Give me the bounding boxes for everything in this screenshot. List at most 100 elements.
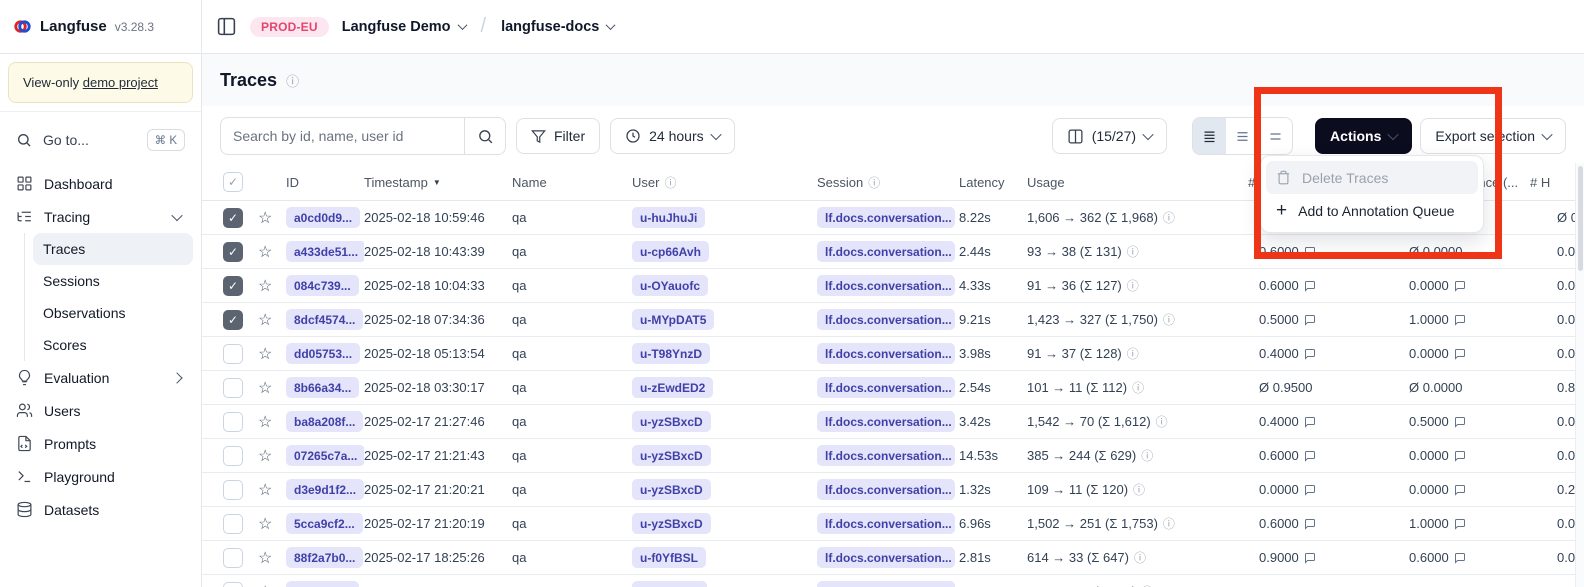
user-badge[interactable]: u-OYauofc xyxy=(632,275,708,296)
user-badge[interactable]: u-zEwdED2 xyxy=(632,377,713,398)
menu-item-add-to-annotation-queue[interactable]: + Add to Annotation Queue xyxy=(1266,194,1478,227)
row-checkbox[interactable]: ✓ xyxy=(223,446,243,466)
trace-id-badge[interactable]: dd05753... xyxy=(286,343,360,364)
table-row[interactable]: ✓ ☆ a433de51... 2025-02-18 10:43:39 qa u… xyxy=(202,235,1584,269)
timerange-button[interactable]: 24 hours xyxy=(610,118,734,154)
session-badge[interactable]: lf.docs.conversation... xyxy=(817,581,955,587)
sidebar-item-playground[interactable]: Playground xyxy=(8,460,193,493)
sidebar-item-scores[interactable]: Scores xyxy=(33,329,193,361)
sidebar-toggle-icon[interactable] xyxy=(216,16,237,37)
user-badge[interactable]: u-cp66Avh xyxy=(632,241,709,262)
user-badge[interactable]: u-T98YnzD xyxy=(632,343,710,364)
star-icon[interactable]: ☆ xyxy=(256,412,272,432)
search-submit-button[interactable] xyxy=(464,118,505,154)
table-row[interactable]: ✓ ☆ 07265c7a... 2025-02-17 21:21:43 qa u… xyxy=(202,439,1584,473)
row-checkbox[interactable]: ✓ xyxy=(223,208,243,228)
session-badge[interactable]: lf.docs.conversation... xyxy=(817,377,955,398)
trace-id-badge[interactable]: b669529... xyxy=(286,581,359,587)
table-row[interactable]: ✓ ☆ 084c739... 2025-02-18 10:04:33 qa u-… xyxy=(202,269,1584,303)
trace-id-badge[interactable]: 084c739... xyxy=(286,275,359,296)
user-badge[interactable]: u-yzSBxcD xyxy=(632,513,711,534)
trace-id-badge[interactable]: d3e9d1f2... xyxy=(286,479,364,500)
row-checkbox[interactable]: ✓ xyxy=(223,480,243,500)
table-row[interactable]: ✓ ☆ b669529... 2025-02-17 16:58:45 qa u-… xyxy=(202,575,1584,587)
star-icon[interactable]: ☆ xyxy=(256,310,272,330)
trace-id-badge[interactable]: 8dcf4574... xyxy=(286,309,363,330)
session-badge[interactable]: lf.docs.conversation... xyxy=(817,411,955,432)
session-badge[interactable]: lf.docs.conversation... xyxy=(817,479,955,500)
session-badge[interactable]: lf.docs.conversation... xyxy=(817,513,955,534)
user-badge[interactable]: u-huJhuJi xyxy=(632,207,705,228)
session-badge[interactable]: lf.docs.conversation... xyxy=(817,445,955,466)
sidebar-item-observations[interactable]: Observations xyxy=(33,297,193,329)
sidebar-item-tracing[interactable]: Tracing xyxy=(8,200,193,233)
table-row[interactable]: ✓ ☆ 88f2a7b0... 2025-02-17 18:25:26 qa u… xyxy=(202,541,1584,575)
row-checkbox[interactable]: ✓ xyxy=(223,242,243,262)
sidebar-item-datasets[interactable]: Datasets xyxy=(8,493,193,526)
session-badge[interactable]: lf.docs.conversation... xyxy=(817,343,955,364)
select-all-checkbox[interactable]: ✓ xyxy=(223,172,243,192)
session-badge[interactable]: lf.docs.conversation... xyxy=(817,207,955,228)
table-row[interactable]: ✓ ☆ 8b66a34... 2025-02-18 03:30:17 qa u-… xyxy=(202,371,1584,405)
row-checkbox[interactable]: ✓ xyxy=(223,276,243,296)
header-id[interactable]: ID xyxy=(286,175,364,190)
menu-item-delete-traces[interactable]: Delete Traces xyxy=(1266,161,1478,194)
session-badge[interactable]: lf.docs.conversation... xyxy=(817,547,955,568)
trace-id-badge[interactable]: 8b66a34... xyxy=(286,377,359,398)
row-checkbox[interactable]: ✓ xyxy=(223,582,243,587)
header-session[interactable]: Sessionⓘ xyxy=(817,174,955,191)
vertical-scrollbar[interactable] xyxy=(1575,163,1584,587)
sidebar-item-dashboard[interactable]: Dashboard xyxy=(8,167,193,200)
star-icon[interactable]: ☆ xyxy=(256,208,272,228)
sidebar-item-evaluation[interactable]: Evaluation xyxy=(8,361,193,394)
export-selection-button[interactable]: Export selection xyxy=(1420,118,1566,154)
row-checkbox[interactable]: ✓ xyxy=(223,514,243,534)
scrollbar-thumb[interactable] xyxy=(1578,166,1583,271)
session-badge[interactable]: lf.docs.conversation... xyxy=(817,309,955,330)
goto-search[interactable]: Go to... ⌘ K xyxy=(8,123,193,157)
star-icon[interactable]: ☆ xyxy=(256,378,272,398)
table-row[interactable]: ✓ ☆ dd05753... 2025-02-18 05:13:54 qa u-… xyxy=(202,337,1584,371)
trace-id-badge[interactable]: 07265c7a... xyxy=(286,445,364,466)
star-icon[interactable]: ☆ xyxy=(256,548,272,568)
trace-id-badge[interactable]: 5cca9cf2... xyxy=(286,513,363,534)
header-timestamp[interactable]: Timestamp▼ xyxy=(364,175,512,190)
sidebar-item-sessions[interactable]: Sessions xyxy=(33,265,193,297)
row-checkbox[interactable]: ✓ xyxy=(223,378,243,398)
row-height-medium-button[interactable] xyxy=(1226,118,1259,154)
row-height-small-button[interactable] xyxy=(1193,118,1226,154)
header-user[interactable]: Userⓘ xyxy=(632,174,817,191)
row-checkbox[interactable]: ✓ xyxy=(223,344,243,364)
table-row[interactable]: ✓ ☆ 5cca9cf2... 2025-02-17 21:20:19 qa u… xyxy=(202,507,1584,541)
user-badge[interactable]: u-VIZzvwo xyxy=(632,581,707,587)
column-visibility-button[interactable]: (15/27) xyxy=(1052,118,1167,154)
search-input[interactable] xyxy=(221,118,464,154)
trace-id-badge[interactable]: a433de51... xyxy=(286,241,364,262)
sidebar-item-prompts[interactable]: Prompts xyxy=(8,427,193,460)
star-icon[interactable]: ☆ xyxy=(256,344,272,364)
session-badge[interactable]: lf.docs.conversation... xyxy=(817,275,955,296)
user-badge[interactable]: u-yzSBxcD xyxy=(632,411,711,432)
user-badge[interactable]: u-yzSBxcD xyxy=(632,479,711,500)
star-icon[interactable]: ☆ xyxy=(256,276,272,296)
row-height-large-button[interactable] xyxy=(1259,118,1292,154)
header-usage[interactable]: Usage xyxy=(1023,175,1245,190)
session-badge[interactable]: lf.docs.conversation... xyxy=(817,241,955,262)
row-checkbox[interactable]: ✓ xyxy=(223,310,243,330)
header-latency[interactable]: Latency xyxy=(955,175,1023,190)
filter-button[interactable]: Filter xyxy=(516,118,600,154)
trace-id-badge[interactable]: 88f2a7b0... xyxy=(286,547,363,568)
table-row[interactable]: ✓ ☆ d3e9d1f2... 2025-02-17 21:20:21 qa u… xyxy=(202,473,1584,507)
row-checkbox[interactable]: ✓ xyxy=(223,412,243,432)
demo-project-link[interactable]: demo project xyxy=(83,75,158,90)
user-badge[interactable]: u-yzSBxcD xyxy=(632,445,711,466)
row-checkbox[interactable]: ✓ xyxy=(223,548,243,568)
sidebar-item-users[interactable]: Users xyxy=(8,394,193,427)
trace-id-badge[interactable]: a0cd0d9... xyxy=(286,207,360,228)
header-name[interactable]: Name xyxy=(512,175,632,190)
table-row[interactable]: ✓ ☆ ba8a208f... 2025-02-17 21:27:46 qa u… xyxy=(202,405,1584,439)
star-icon[interactable]: ☆ xyxy=(256,514,272,534)
actions-button[interactable]: Actions xyxy=(1315,118,1412,154)
org-selector[interactable]: Langfuse Demo xyxy=(342,19,466,35)
trace-id-badge[interactable]: ba8a208f... xyxy=(286,411,363,432)
